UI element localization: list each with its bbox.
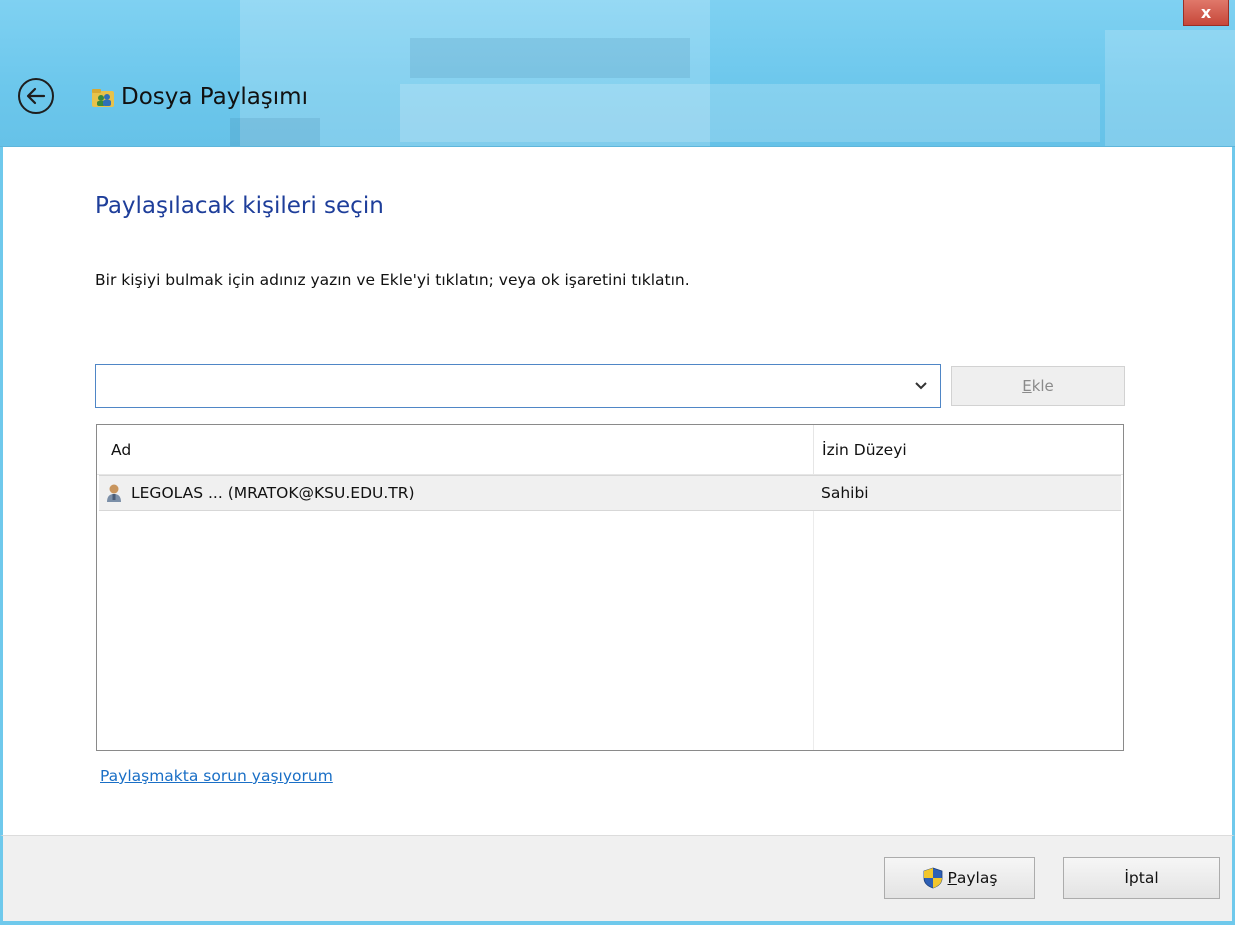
person-combobox[interactable]: [95, 364, 941, 408]
user-name: LEGOLAS ... (MRATOK@KSU.EDU.TR): [131, 484, 415, 502]
share-button-label: aylaş: [956, 869, 998, 887]
back-button[interactable]: [18, 78, 54, 114]
uac-shield-icon: [923, 867, 942, 889]
add-button-label: kle: [1031, 377, 1054, 395]
user-name-cell: LEGOLAS ... (MRATOK@KSU.EDU.TR): [105, 476, 415, 510]
close-icon: x: [1200, 3, 1212, 22]
column-header-name[interactable]: Ad: [97, 425, 813, 475]
cancel-button[interactable]: İptal: [1063, 857, 1220, 899]
permission-level[interactable]: Sahibi: [821, 476, 869, 510]
page-title: Paylaşılacak kişileri seçin: [95, 193, 384, 219]
close-button[interactable]: x: [1183, 0, 1229, 26]
dialog-footer: Paylaş İptal: [0, 835, 1235, 925]
dropdown-button[interactable]: [904, 366, 938, 406]
homegroup-share-icon: [92, 89, 114, 107]
user-icon: [107, 484, 121, 502]
file-sharing-window: x Dosya Paylaşımı Paylaşılacak kişileri …: [0, 0, 1235, 925]
add-button-mnemonic: E: [1022, 377, 1032, 395]
add-button[interactable]: Ekle: [951, 366, 1125, 406]
share-button-mnemonic: P: [947, 869, 957, 887]
person-search-input[interactable]: [100, 369, 904, 405]
share-list[interactable]: Ad İzin Düzeyi LEGOLAS ... (MRATOK@KSU.E…: [96, 424, 1124, 751]
back-arrow-icon: [26, 87, 46, 105]
chevron-down-icon: [915, 382, 927, 390]
column-divider: [813, 475, 814, 750]
help-link[interactable]: Paylaşmakta sorun yaşıyorum: [100, 767, 333, 785]
dialog-content: Paylaşılacak kişileri seçin Bir kişiyi b…: [0, 147, 1235, 835]
title-bar: x Dosya Paylaşımı: [0, 0, 1235, 147]
window-bottom-border: [0, 921, 1235, 925]
list-header: Ad İzin Düzeyi: [97, 425, 1123, 475]
window-title: Dosya Paylaşımı: [121, 84, 308, 110]
instruction-text: Bir kişiyi bulmak için adınız yazın ve E…: [95, 271, 690, 289]
list-item[interactable]: LEGOLAS ... (MRATOK@KSU.EDU.TR) Sahibi: [99, 475, 1121, 511]
column-header-permission[interactable]: İzin Düzeyi: [813, 425, 1123, 475]
share-button[interactable]: Paylaş: [884, 857, 1035, 899]
